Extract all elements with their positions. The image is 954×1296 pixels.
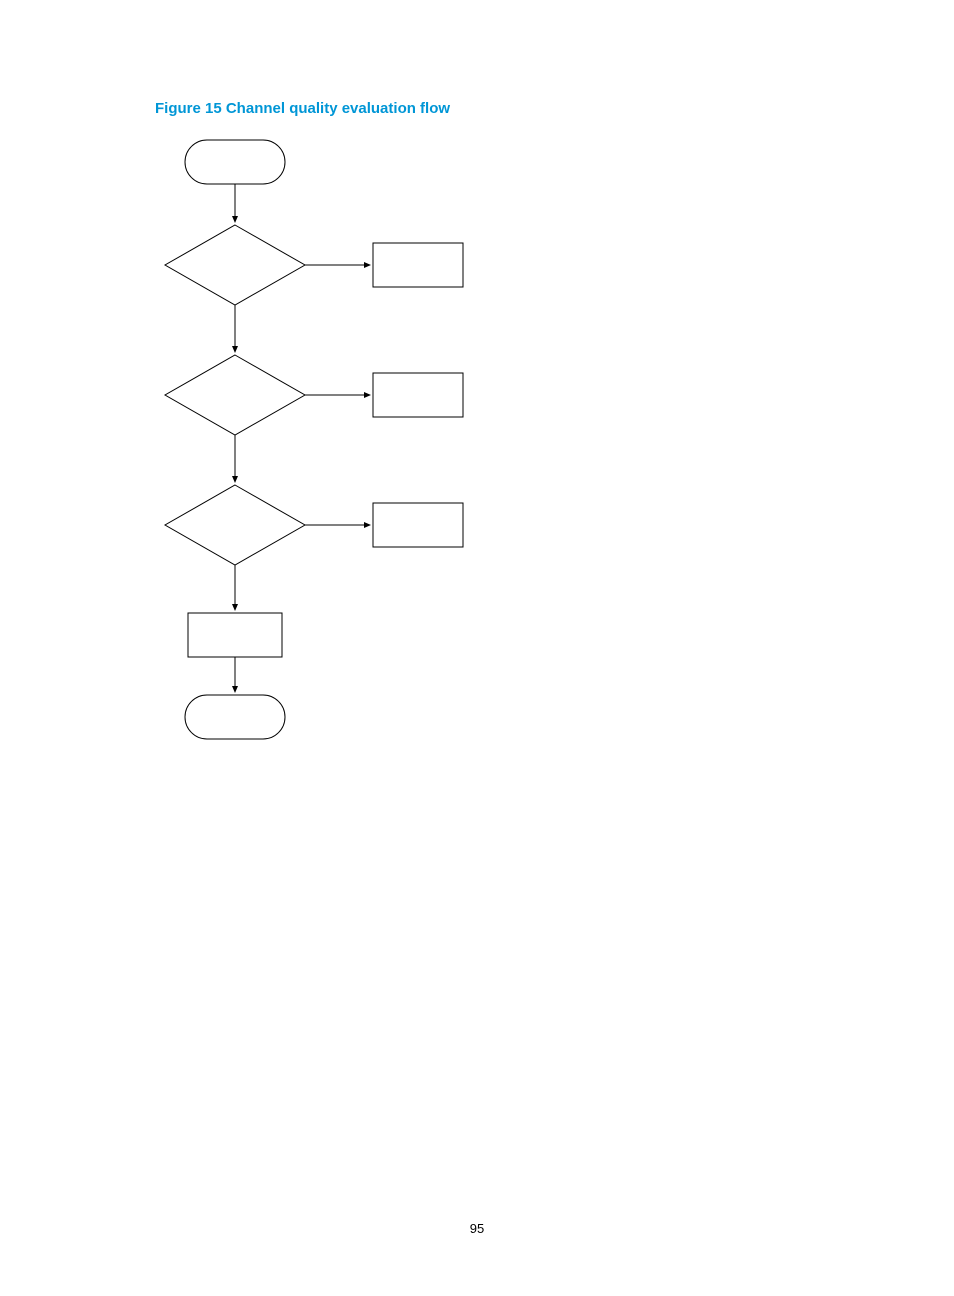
flow-start-terminator bbox=[185, 140, 285, 184]
flow-process-4 bbox=[188, 613, 282, 657]
flow-end-terminator bbox=[185, 695, 285, 739]
flow-decision-3 bbox=[165, 485, 305, 565]
figure-title: Figure 15 Channel quality evaluation flo… bbox=[155, 100, 450, 117]
flow-decision-2 bbox=[165, 355, 305, 435]
flow-process-1 bbox=[373, 243, 463, 287]
flowchart-diagram bbox=[155, 130, 555, 780]
flow-process-2 bbox=[373, 373, 463, 417]
page-number: 95 bbox=[0, 1221, 954, 1236]
flow-process-3 bbox=[373, 503, 463, 547]
flow-decision-1 bbox=[165, 225, 305, 305]
